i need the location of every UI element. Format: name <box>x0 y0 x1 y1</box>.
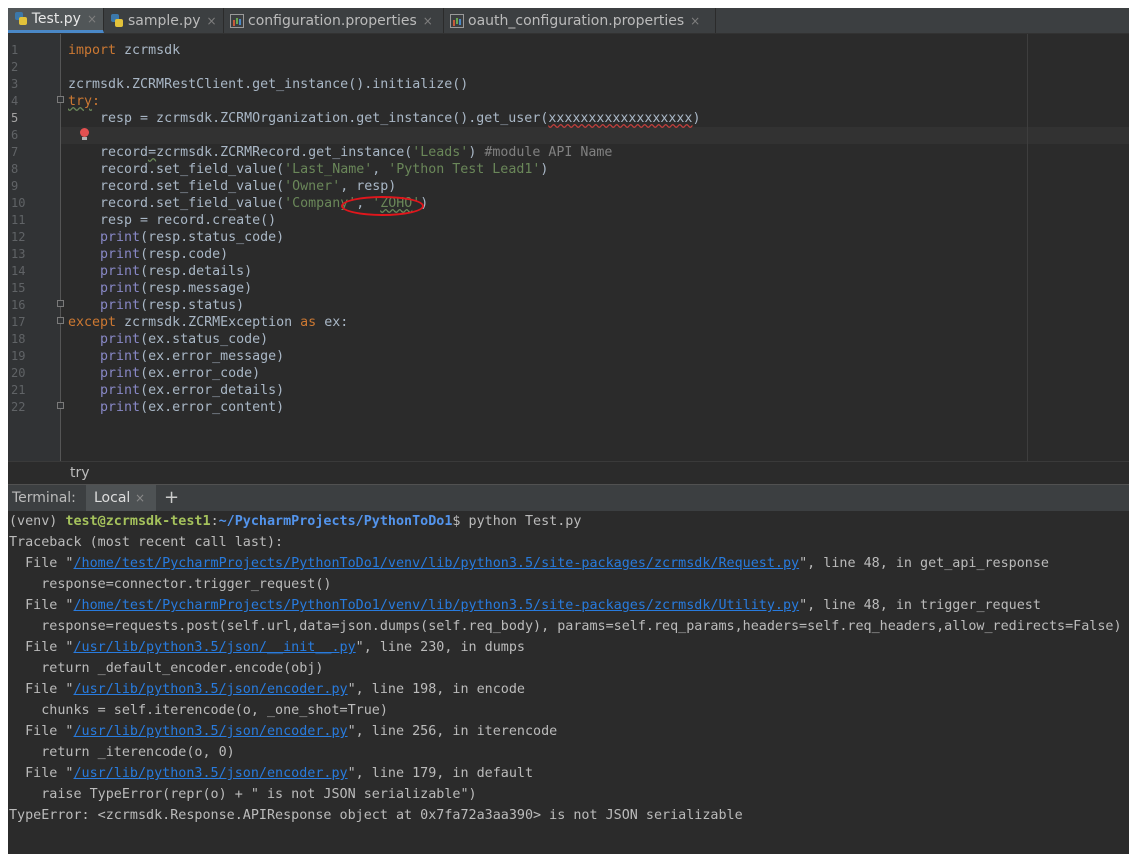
code-line-9: record.set_field_value('Owner', resp) <box>68 179 397 194</box>
traceback-file-line: File "/usr/lib/python3.5/json/encoder.py… <box>9 682 525 697</box>
fold-marker-icon[interactable] <box>57 300 64 307</box>
code-line-18: print(ex.status_code) <box>100 332 269 347</box>
terminal-output[interactable]: (venv) test@zcrmsdk-test1:~/PycharmProje… <box>8 511 1129 854</box>
code-line-17: except zcrmsdk.ZCRMException as ex: <box>68 315 349 330</box>
ide-window: Test.py × sample.py × configuration.prop… <box>8 8 1129 854</box>
fold-marker-icon[interactable] <box>57 317 64 324</box>
tab-sample-py[interactable]: sample.py × <box>104 8 224 33</box>
line-number: 7 <box>11 145 19 159</box>
file-link[interactable]: /usr/lib/python3.5/json/encoder.py <box>74 724 348 739</box>
line-number: 19 <box>11 349 26 363</box>
code-line-7: record=zcrmsdk.ZCRMRecord.get_instance('… <box>68 145 613 160</box>
line-number: 20 <box>11 366 26 380</box>
traceback-code-line: response=requests.post(self.url,data=jso… <box>9 619 1122 634</box>
line-number: 10 <box>11 196 26 210</box>
fold-marker-icon[interactable] <box>57 96 64 103</box>
traceback-file-line: File "/usr/lib/python3.5/json/__init__.p… <box>9 640 525 655</box>
fold-marker-icon[interactable] <box>57 402 64 409</box>
line-number: 18 <box>11 332 26 346</box>
code-line-14: print(resp.details) <box>100 264 253 279</box>
close-icon[interactable]: × <box>423 14 433 28</box>
tab-label: configuration.properties <box>248 12 417 29</box>
terminal-prompt-line: (venv) test@zcrmsdk-test1:~/PycharmProje… <box>9 514 582 529</box>
code-line-3: zcrmsdk.ZCRMRestClient.get_instance().in… <box>68 77 469 92</box>
code-line-15: print(resp.message) <box>100 281 253 296</box>
line-number: 13 <box>11 247 26 261</box>
line-number: 21 <box>11 383 26 397</box>
code-line-8: record.set_field_value('Last_Name', 'Pyt… <box>68 162 549 177</box>
file-link[interactable]: /home/test/PycharmProjects/PythonToDo1/v… <box>74 556 800 571</box>
terminal-title: Terminal: <box>12 490 76 506</box>
traceback-code-line: chunks = self.iterencode(o, _one_shot=Tr… <box>9 703 388 718</box>
current-line-highlight <box>61 127 1129 144</box>
code-line-1: import zcrmsdk <box>68 43 181 58</box>
tab-label: oauth_configuration.properties <box>468 12 685 29</box>
close-icon[interactable]: × <box>87 12 97 26</box>
line-number: 22 <box>11 400 26 414</box>
tab-local[interactable]: Local × <box>86 485 156 511</box>
traceback-file-line: File "/usr/lib/python3.5/json/encoder.py… <box>9 766 534 781</box>
tab-test-py[interactable]: Test.py × <box>8 8 104 33</box>
tab-label: Test.py <box>31 11 81 27</box>
traceback-code-line: return _iterencode(o, 0) <box>9 745 235 760</box>
line-number: 12 <box>11 230 26 244</box>
code-line-19: print(ex.error_message) <box>100 349 285 364</box>
tab-label: Local <box>94 490 131 506</box>
properties-file-icon <box>230 13 244 28</box>
line-number: 2 <box>11 60 19 74</box>
code-line-5: resp = zcrmsdk.ZCRMOrganization.get_inst… <box>68 111 701 126</box>
properties-file-icon <box>450 13 464 28</box>
line-number: 1 <box>11 43 19 57</box>
tab-oauth-configuration-properties[interactable]: oauth_configuration.properties × <box>444 8 716 33</box>
annotation-circle <box>341 196 424 216</box>
close-icon[interactable]: × <box>690 14 700 28</box>
line-number: 3 <box>11 77 19 91</box>
new-terminal-tab-button[interactable]: + <box>164 487 179 508</box>
error-message: TypeError: <zcrmsdk.Response.APIResponse… <box>9 808 743 823</box>
code-line-20: print(ex.error_code) <box>100 366 261 381</box>
traceback-file-line: File "/home/test/PycharmProjects/PythonT… <box>9 598 1041 613</box>
code-line-22: print(ex.error_content) <box>100 400 285 415</box>
traceback-header: Traceback (most recent call last): <box>9 535 284 550</box>
terminal-header: Terminal: Local × + <box>8 484 1129 511</box>
code-editor[interactable]: 1 2 3 4 5 6 7 8 9 10 11 12 13 14 15 16 1… <box>8 34 1129 461</box>
traceback-code-line: response=connector.trigger_request() <box>9 577 332 592</box>
python-file-icon <box>14 12 28 26</box>
code-line-11: resp = record.create() <box>68 213 277 228</box>
file-link[interactable]: /usr/lib/python3.5/json/__init__.py <box>74 640 356 655</box>
tab-label: sample.py <box>128 12 201 29</box>
traceback-file-line: File "/usr/lib/python3.5/json/encoder.py… <box>9 724 558 739</box>
traceback-file-line: File "/home/test/PycharmProjects/PythonT… <box>9 556 1049 571</box>
close-icon[interactable]: × <box>135 491 145 505</box>
tab-configuration-properties[interactable]: configuration.properties × <box>224 8 444 33</box>
code-line-4: try: <box>68 94 101 109</box>
traceback-code-line: raise TypeError(repr(o) + " is not JSON … <box>9 787 477 802</box>
line-number: 6 <box>11 128 19 142</box>
line-number: 14 <box>11 264 26 278</box>
line-number: 9 <box>11 179 19 193</box>
code-line-12: print(resp.status_code) <box>100 230 285 245</box>
traceback-code-line: return _default_encoder.encode(obj) <box>9 661 324 676</box>
line-number: 15 <box>11 281 26 295</box>
close-icon[interactable]: × <box>207 14 217 28</box>
python-file-icon <box>110 13 124 28</box>
breadcrumb[interactable]: try <box>8 461 1129 484</box>
line-number-current: 5 <box>11 111 19 125</box>
line-number: 16 <box>11 298 26 312</box>
breadcrumb-item[interactable]: try <box>70 465 90 481</box>
file-link[interactable]: /usr/lib/python3.5/json/encoder.py <box>74 766 348 781</box>
line-number: 4 <box>11 94 19 108</box>
file-link[interactable]: /home/test/PycharmProjects/PythonToDo1/v… <box>74 598 800 613</box>
code-line-21: print(ex.error_details) <box>100 383 285 398</box>
code-line-16: print(resp.status) <box>100 298 245 313</box>
right-margin-guide <box>1027 34 1028 461</box>
editor-tab-bar: Test.py × sample.py × configuration.prop… <box>8 8 1129 34</box>
line-number: 8 <box>11 162 19 176</box>
line-number: 11 <box>11 213 26 227</box>
line-number: 17 <box>11 315 26 329</box>
code-line-13: print(resp.code) <box>100 247 229 262</box>
lightbulb-icon[interactable] <box>77 127 93 144</box>
file-link[interactable]: /usr/lib/python3.5/json/encoder.py <box>74 682 348 697</box>
